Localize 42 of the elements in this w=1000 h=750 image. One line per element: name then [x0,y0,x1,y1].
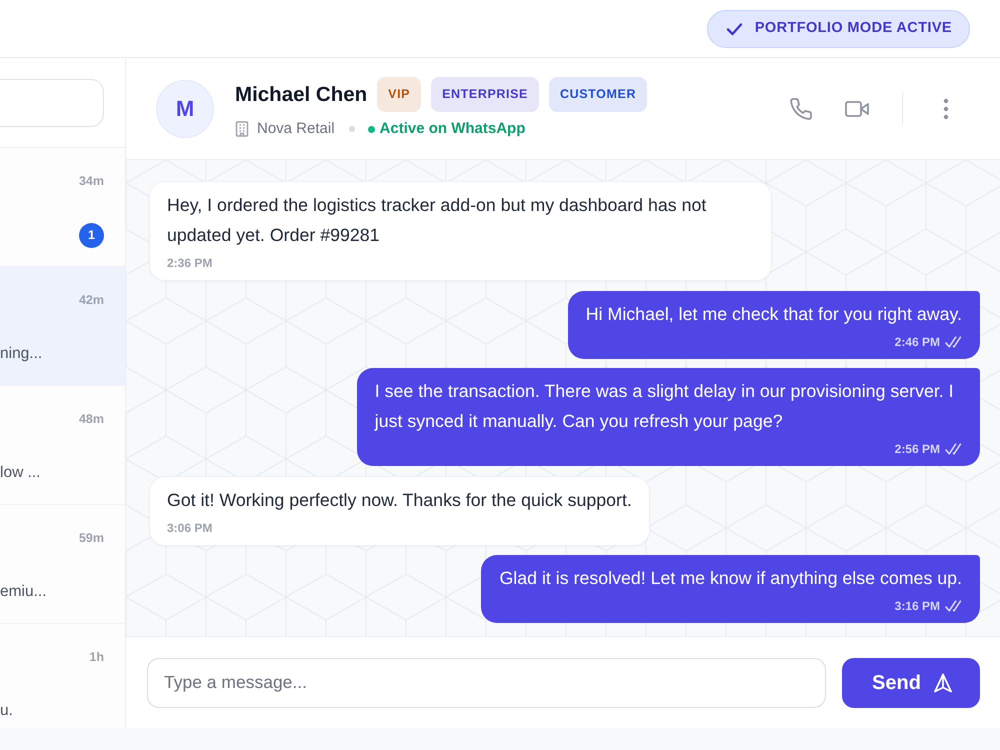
phone-icon[interactable] [789,96,813,120]
message-preview: u. [0,701,13,721]
contact-status: Active on WhatsApp [380,119,526,139]
double-tick-icon [945,443,962,455]
message-text: Hi Michael, let me check that for you right away. [586,302,962,326]
message-input[interactable]: Type a message... [147,658,826,708]
message-time: 3:16 PM [894,598,940,614]
message-text: Hey, I ordered the logistics tracker add-on but my dashboard has not updated yet. Order #99281 [167,194,708,247]
contact-tag: CUSTOMER [548,77,648,112]
message-preview: emiu... [0,582,47,602]
contact-tag: VIP [377,77,422,112]
contact-name: Michael Chen [235,82,368,108]
message-text: I see the transaction. There was a slight delay in our provisioning server. I just synced it manually. Can you refresh your page? [374,380,955,433]
conversation-time: 48m [78,411,104,428]
check-icon [726,20,743,36]
conversation-item[interactable]: 42m ning... [0,267,125,386]
message-preview: ning... [0,344,42,364]
double-tick-icon [945,600,962,612]
conversation-time: 34m [78,173,104,190]
message-preview: low ... [0,463,40,483]
more-options-icon[interactable] [943,98,949,120]
unread-count: 1 [79,222,104,248]
message-time: 2:56 PM [894,441,940,457]
conversation-time: 42m [78,292,104,309]
company-name: Nova Retail [257,119,335,139]
separator-dot-icon [348,126,355,132]
search-field[interactable] [0,79,104,127]
building-icon [235,121,249,137]
message-time: 3:06 PM [167,520,212,536]
message-time: 2:36 PM [167,255,212,271]
contact-tag: ENTERPRISE [431,77,539,112]
paper-plane-icon [934,672,952,692]
contact-avatar: M [156,80,214,138]
double-tick-icon [945,336,962,348]
message-text: Glad it is resolved! Let me know if anything else comes up. [499,567,962,590]
conversation-time: 1h [89,649,104,666]
message-text: Got it! Working perfectly now. Thanks for the quick support. [167,488,632,512]
message-time: 2:46 PM [894,334,940,350]
send-button[interactable]: Send [842,658,980,708]
mode-status-text: PORTFOLIO MODE ACTIVE [754,18,952,38]
conversation-time: 59m [78,530,104,547]
video-camera-icon[interactable] [845,100,869,118]
